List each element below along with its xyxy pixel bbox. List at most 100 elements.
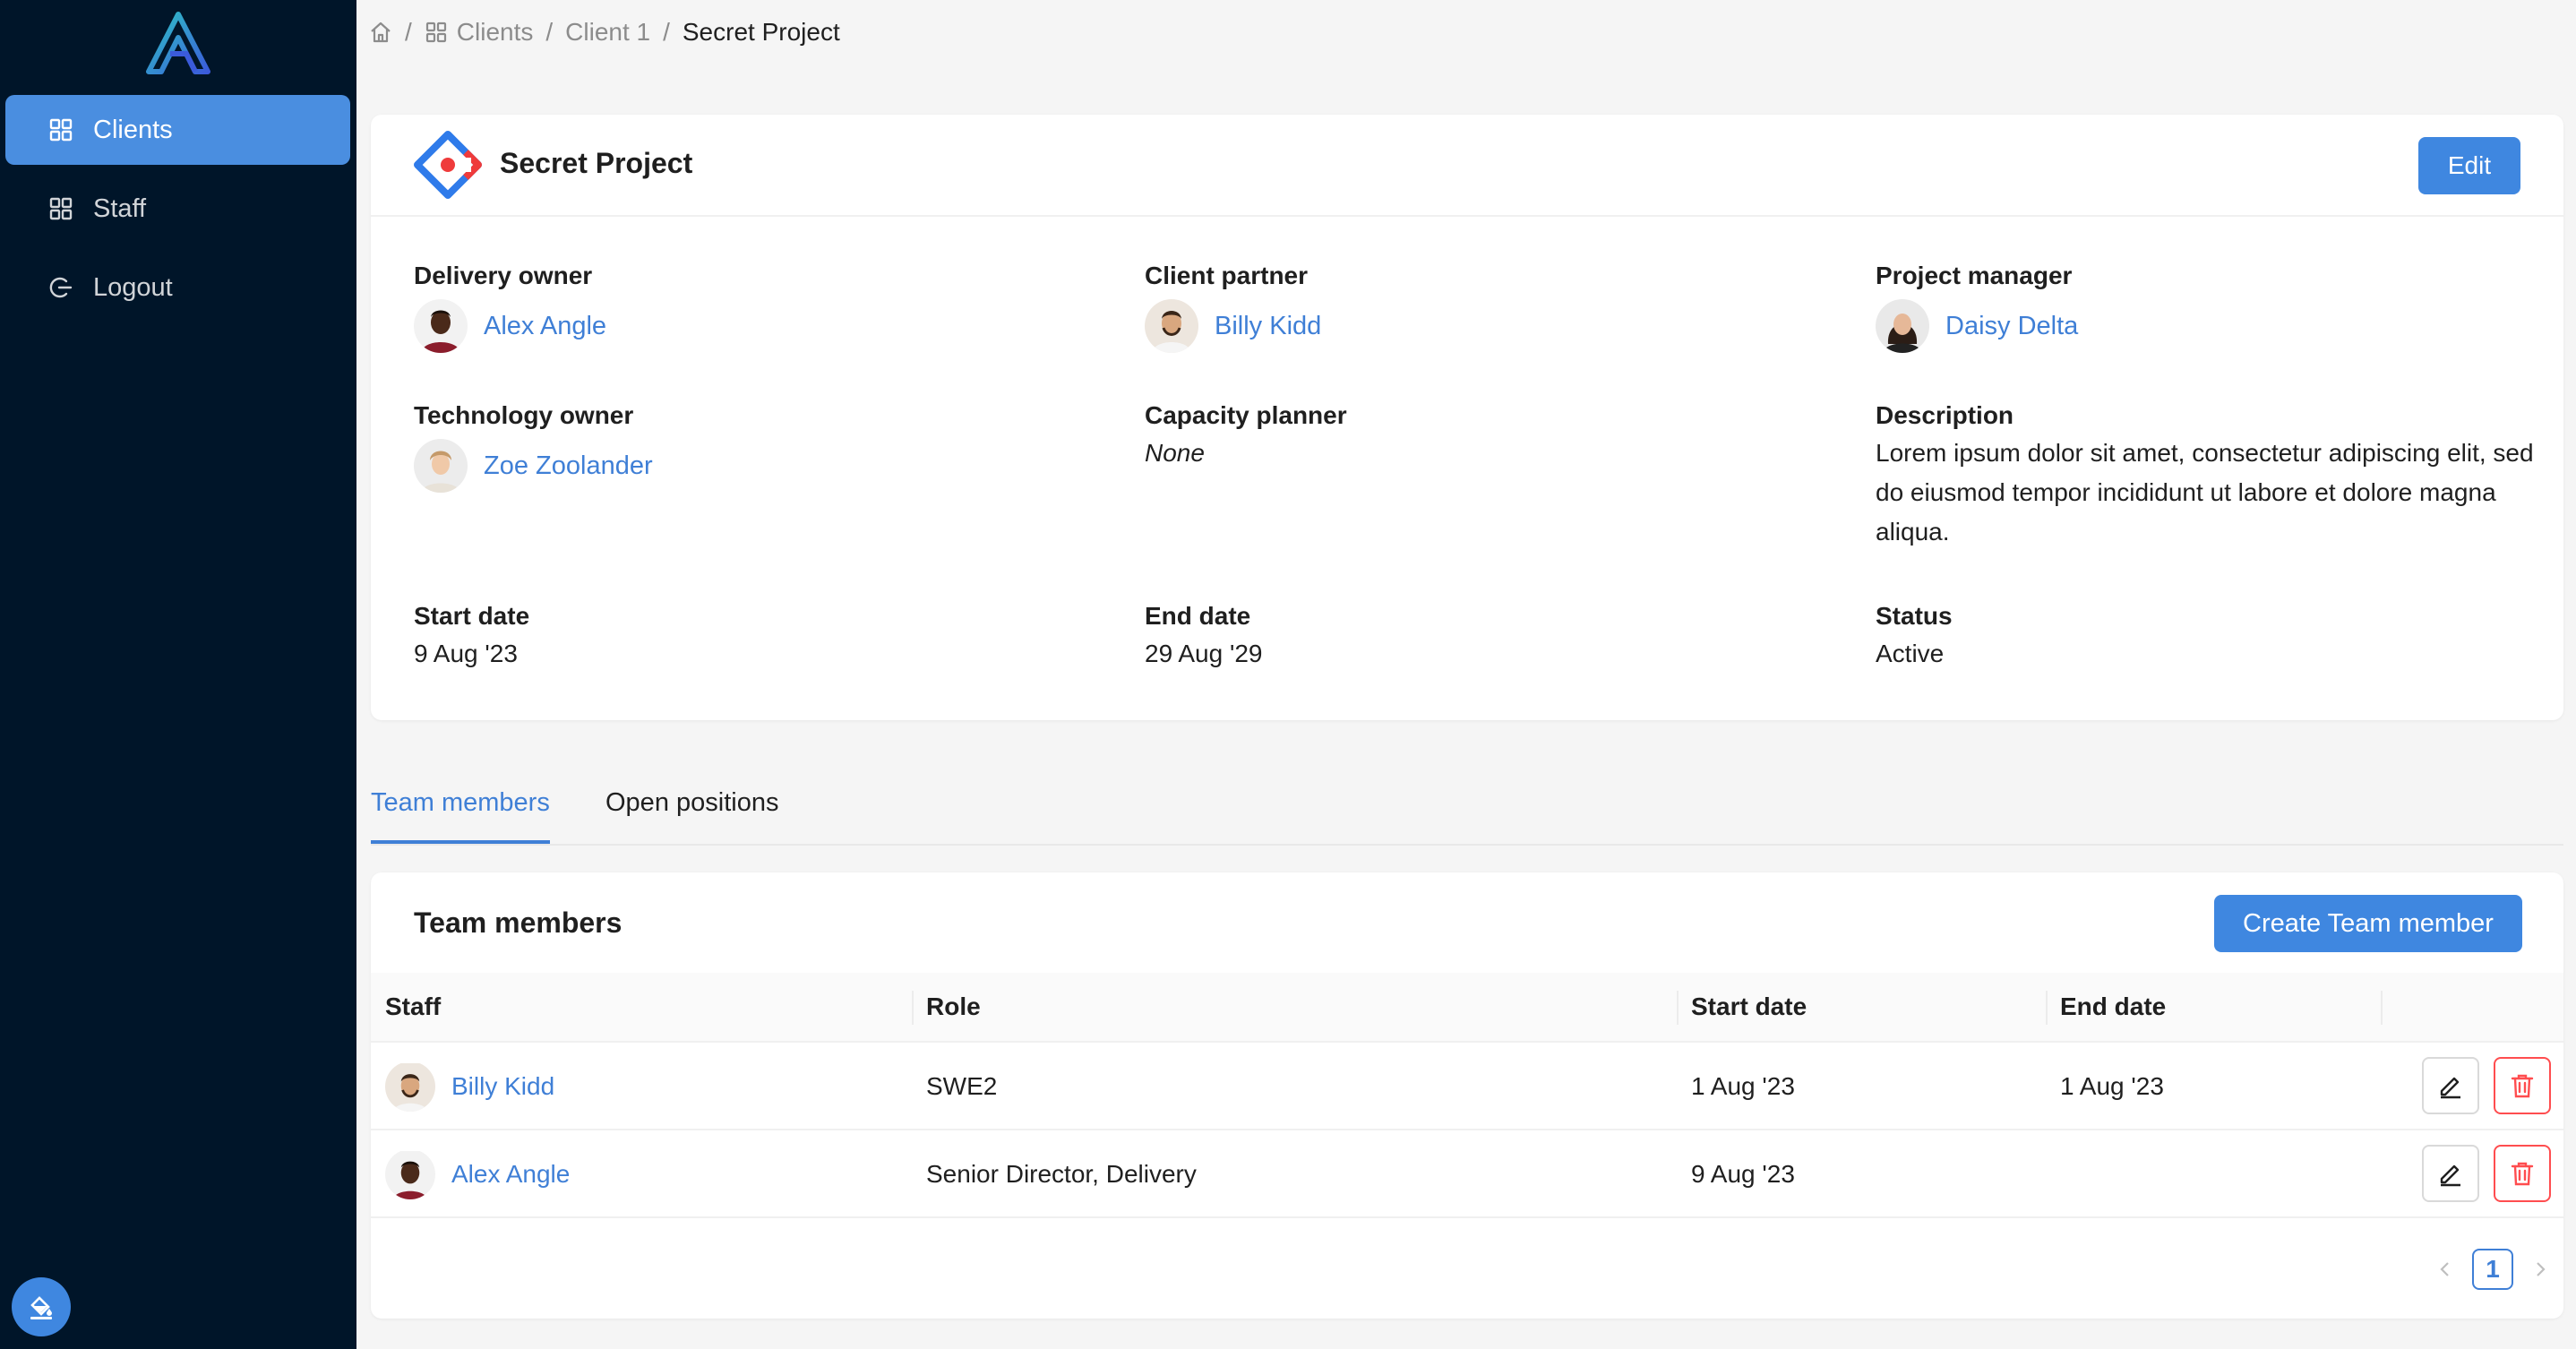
edit-row-button[interactable] — [2422, 1145, 2479, 1202]
staff-link[interactable]: Billy Kidd — [451, 1072, 554, 1101]
avatar — [1876, 299, 1929, 353]
sidebar-item-label: Clients — [93, 115, 173, 144]
field-value: Lorem ipsum dolor sit amet, consectetur … — [1876, 439, 2534, 546]
team-table: Staff Role Start date End date Billy Kid… — [371, 973, 2563, 1218]
app-logo[interactable] — [143, 11, 213, 75]
pencil-icon — [2436, 1159, 2465, 1188]
field-label: Status — [1876, 602, 1953, 630]
breadcrumb-separator: / — [663, 18, 670, 46]
column-header-staff[interactable]: Staff — [385, 992, 441, 1021]
page-title: Secret Project — [500, 147, 693, 179]
grid-icon — [48, 117, 73, 142]
column-divider — [2381, 991, 2383, 1025]
sidebar: Clients Staff Logout — [0, 0, 356, 1349]
start-date-cell: 9 Aug '23 — [1691, 1160, 1795, 1188]
field-project-manager: Project manager Daisy Delta — [1876, 258, 2574, 353]
field-label: Description — [1876, 401, 2014, 429]
staff-cell: Billy Kidd — [385, 1043, 554, 1130]
field-description: Description Lorem ipsum dolor sit amet, … — [1876, 398, 2538, 552]
home-icon — [369, 21, 392, 44]
tab-team-members[interactable]: Team members — [371, 788, 550, 844]
field-value: Active — [1876, 640, 1945, 667]
project-header: Secret Project Edit — [371, 115, 2563, 217]
field-value: 9 Aug '23 — [414, 640, 518, 667]
person: Zoe Zoolander — [414, 439, 1112, 493]
field-label: Start date — [414, 602, 530, 630]
section-title: Team members — [414, 906, 623, 939]
edit-row-button[interactable] — [2422, 1057, 2479, 1114]
breadcrumb: / Clients / Client 1 / Secret Project — [369, 14, 840, 50]
project-details-card: Secret Project Edit Delivery owner Alex … — [371, 115, 2563, 720]
field-start-date: Start date 9 Aug '23 — [414, 598, 1112, 674]
field-label: Delivery owner — [414, 262, 593, 289]
person-link[interactable]: Alex Angle — [484, 312, 606, 341]
field-value: 29 Aug '29 — [1145, 640, 1263, 667]
person-link[interactable]: Billy Kidd — [1215, 312, 1321, 341]
edit-button[interactable]: Edit — [2418, 137, 2520, 194]
column-divider — [1677, 991, 1679, 1025]
avatar — [385, 1061, 435, 1112]
theme-toggle-button[interactable] — [12, 1277, 71, 1336]
grid-icon — [48, 196, 73, 221]
role-cell: SWE2 — [926, 1072, 998, 1100]
sidebar-item-label: Staff — [93, 193, 147, 223]
delete-row-button[interactable] — [2494, 1145, 2551, 1202]
sidebar-item-clients[interactable]: Clients — [5, 95, 350, 165]
person: Alex Angle — [414, 299, 1112, 353]
person: Billy Kidd — [1145, 299, 1843, 353]
pagination: 1 — [2427, 1249, 2558, 1290]
table-row: Billy Kidd SWE2 1 Aug '23 1 Aug '23 — [371, 1043, 2563, 1130]
end-date-cell: 1 Aug '23 — [2060, 1072, 2164, 1100]
sidebar-item-staff[interactable]: Staff — [5, 174, 350, 244]
avatar — [414, 299, 468, 353]
person-link[interactable]: Daisy Delta — [1945, 312, 2078, 341]
delete-row-button[interactable] — [2494, 1057, 2551, 1114]
field-delivery-owner: Delivery owner Alex Angle — [414, 258, 1112, 353]
breadcrumb-current: Secret Project — [682, 18, 840, 46]
start-date-cell: 1 Aug '23 — [1691, 1072, 1795, 1100]
field-label: Capacity planner — [1145, 401, 1347, 429]
tab-open-positions[interactable]: Open positions — [605, 788, 778, 844]
role-cell: Senior Director, Delivery — [926, 1160, 1197, 1188]
column-header-end-date[interactable]: End date — [2060, 992, 2166, 1021]
column-header-role[interactable]: Role — [926, 992, 981, 1021]
field-label: End date — [1145, 602, 1251, 630]
grid-icon — [425, 21, 448, 44]
field-label: Project manager — [1876, 262, 2073, 289]
chevron-right-icon[interactable] — [2522, 1251, 2558, 1287]
trash-icon — [2508, 1159, 2537, 1188]
trash-icon — [2508, 1071, 2537, 1100]
field-status: Status Active — [1876, 598, 2574, 674]
breadcrumb-client[interactable]: Client 1 — [565, 18, 650, 47]
avatar — [414, 439, 468, 493]
column-divider — [912, 991, 914, 1025]
person-link[interactable]: Zoe Zoolander — [484, 451, 653, 481]
breadcrumb-clients[interactable]: Clients — [425, 18, 534, 47]
tab-bar: Team members Open positions — [371, 779, 2563, 846]
column-divider — [2046, 991, 2048, 1025]
team-members-card: Team members Create Team member Staff Ro… — [371, 872, 2563, 1319]
staff-cell: Alex Angle — [385, 1130, 570, 1218]
page-number[interactable]: 1 — [2472, 1249, 2513, 1290]
avatar — [385, 1149, 435, 1199]
avatar — [1145, 299, 1198, 353]
field-end-date: End date 29 Aug '29 — [1145, 598, 1843, 674]
sidebar-item-logout[interactable]: Logout — [5, 253, 350, 322]
breadcrumb-label: Clients — [456, 18, 534, 46]
field-value: None — [1145, 439, 1205, 467]
chevron-left-icon[interactable] — [2427, 1251, 2463, 1287]
staff-link[interactable]: Alex Angle — [451, 1160, 570, 1189]
breadcrumb-home[interactable] — [369, 21, 392, 44]
paint-bucket-icon — [27, 1293, 56, 1321]
breadcrumb-separator: / — [545, 18, 554, 46]
project-logo-icon — [414, 131, 482, 199]
field-technology-owner: Technology owner Zoe Zoolander — [414, 398, 1112, 493]
field-label: Technology owner — [414, 401, 634, 429]
field-label: Client partner — [1145, 262, 1309, 289]
create-team-member-button[interactable]: Create Team member — [2214, 895, 2522, 952]
column-header-start-date[interactable]: Start date — [1691, 992, 1807, 1021]
logout-icon — [48, 275, 73, 300]
field-client-partner: Client partner Billy Kidd — [1145, 258, 1843, 353]
field-capacity-planner: Capacity planner None — [1145, 398, 1843, 473]
table-header: Staff Role Start date End date — [371, 973, 2563, 1043]
